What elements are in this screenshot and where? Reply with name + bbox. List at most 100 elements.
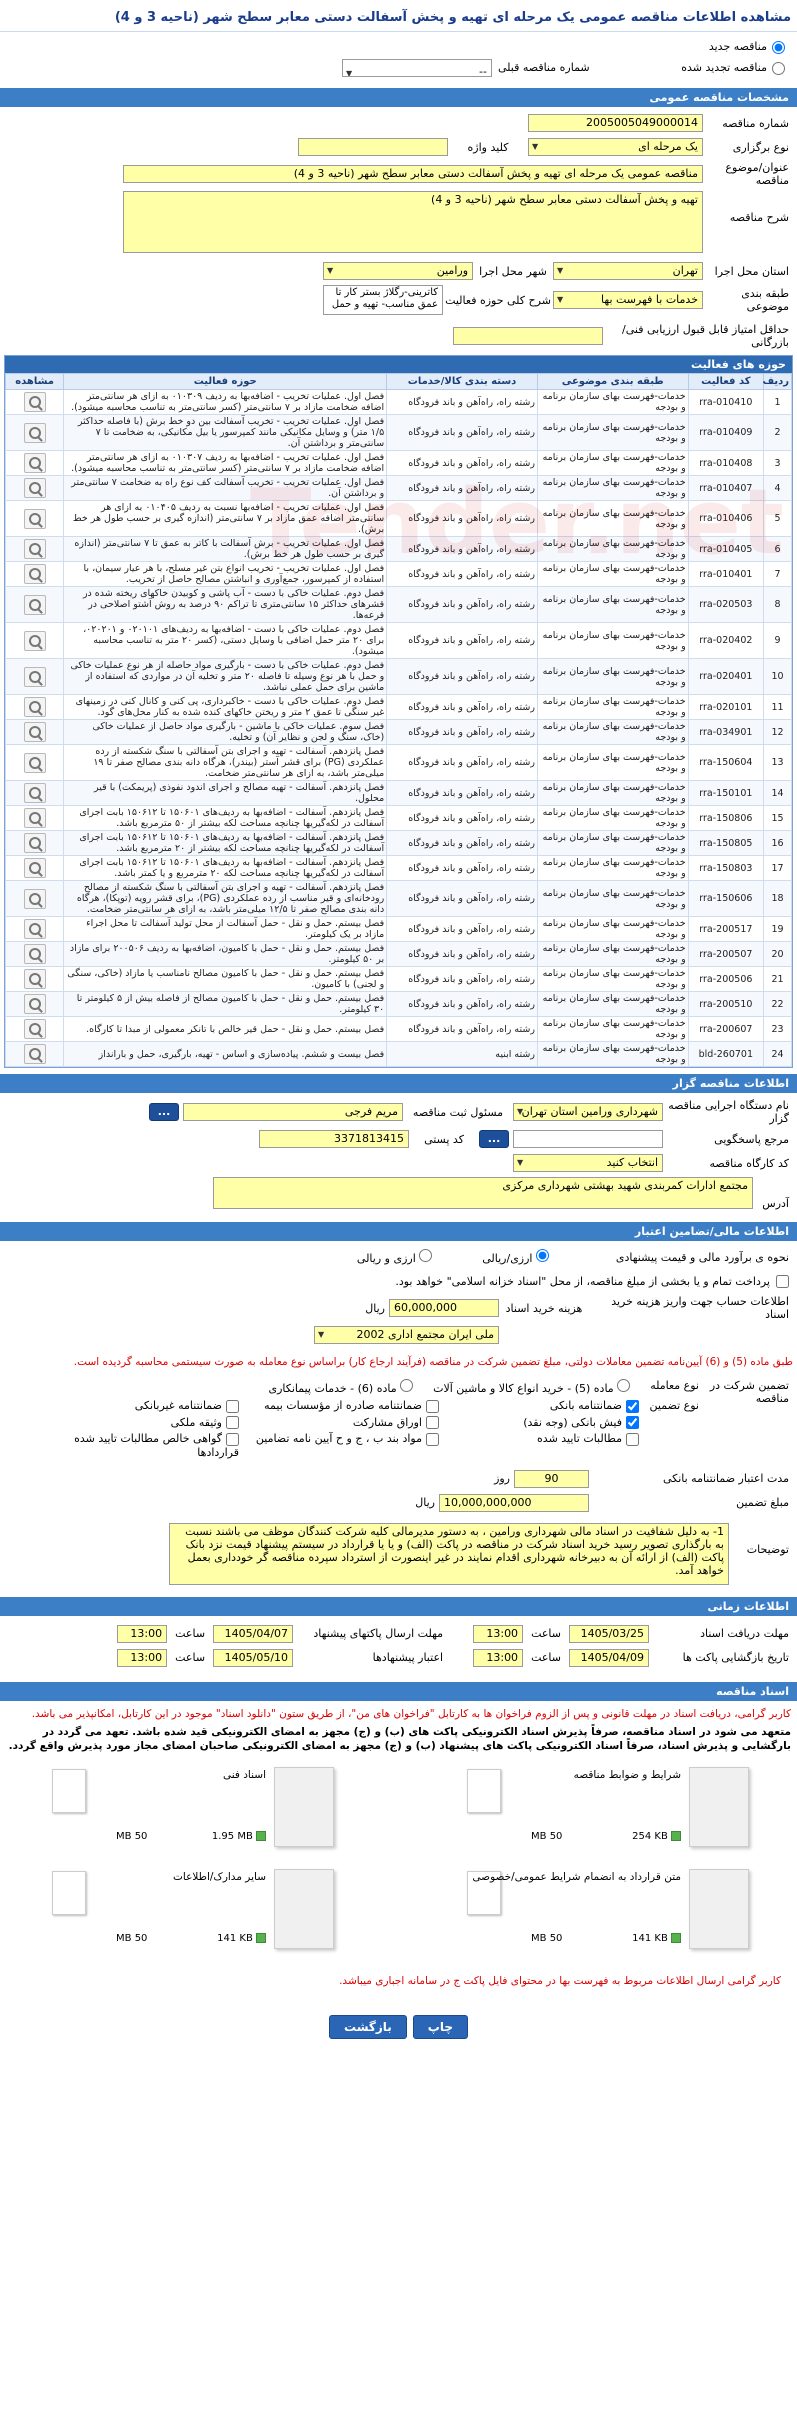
- activity-code: rra-010408: [687, 450, 765, 476]
- deal-opt2[interactable]: ماده (6) - خدمات پیمانکاری: [268, 1379, 414, 1395]
- row-index: 22: [763, 991, 792, 1017]
- gtype-option[interactable]: ضمانتنامه بانکی: [439, 1399, 639, 1413]
- table-row: 17 rra-150803 خدمات-فهرست بهای سازمان برنا…: [4, 855, 792, 881]
- magnifier-icon[interactable]: [23, 833, 46, 853]
- magnifier-icon[interactable]: [23, 422, 46, 443]
- address-label: آدرس: [762, 1197, 789, 1210]
- deal-opt1[interactable]: ماده (5) - خرید انواع کالا و ماشین آلات: [433, 1379, 631, 1395]
- prev-number-select[interactable]: --: [342, 58, 492, 77]
- subject-class: خدمات-فهرست بهای سازمان برنامه و بودجه: [536, 389, 689, 415]
- activity-desc: فصل اول. عملیات تخریب - تخریب آسفالت بین…: [63, 414, 388, 451]
- view-cell: [4, 414, 65, 451]
- price-label: هزینه خرید اسناد: [505, 1301, 583, 1315]
- magnifier-icon[interactable]: [23, 722, 46, 742]
- gtype-option[interactable]: ضمانتنامه غیربانکی: [39, 1399, 239, 1413]
- magnifier-icon[interactable]: [23, 944, 46, 964]
- gtype-option[interactable]: گواهی خالص مطالبات تایید شده قراردادها: [39, 1432, 239, 1459]
- magnifier-icon[interactable]: [23, 630, 46, 651]
- subject-label: عنوان/موضوع مناقصه: [725, 161, 789, 187]
- magnifier-icon[interactable]: [23, 453, 46, 473]
- gtype-option[interactable]: وثیقه ملکی: [39, 1416, 239, 1429]
- time-label-2: ساعت: [175, 1627, 206, 1640]
- view-cell: [4, 719, 65, 745]
- activity-desc: فصل پانزدهم. آسفالت - اضافه‌بها به ردیف‌…: [63, 805, 388, 831]
- attachment-item[interactable]: متن قرارداد به انضمام شرایط عمومی/خصوصی 5…: [461, 1867, 751, 1957]
- activity-list[interactable]: کاترینی-رگلاژ بستر کار تا عمق مناسب- تهی…: [323, 285, 443, 315]
- magnifier-icon[interactable]: [23, 888, 46, 909]
- magnifier-icon[interactable]: [23, 808, 46, 828]
- magnifier-icon[interactable]: [23, 539, 46, 559]
- radio-new[interactable]: مناقصه جدید: [681, 36, 785, 57]
- magnifier-icon[interactable]: [23, 1019, 46, 1039]
- magnifier-icon[interactable]: [23, 666, 46, 687]
- table-row: 13 rra-150604 خدمات-فهرست بهای سازمان برنا…: [4, 744, 792, 781]
- subject-class: خدمات-فهرست بهای سازمان برنامه و بودجه: [536, 744, 689, 781]
- back-button[interactable]: بازگشت: [328, 2014, 407, 2039]
- gtype-option[interactable]: اوراق مشارکت: [239, 1416, 439, 1429]
- gtype-option[interactable]: مطالبات تایید شده: [439, 1432, 639, 1459]
- gtype-option[interactable]: فیش بانکی (وجه نقد): [439, 1416, 639, 1429]
- magnifier-icon[interactable]: [23, 564, 46, 584]
- grid-header: مشاهده: [4, 373, 65, 390]
- table-row: 15 rra-150806 خدمات-فهرست بهای سازمان برنا…: [4, 805, 792, 831]
- gtype-option[interactable]: مواد بند ب ، ج و ح آیین نامه تضامین: [239, 1432, 439, 1459]
- registrar-button[interactable]: ...: [149, 1103, 179, 1121]
- attachment-size-wrap: 1.95 MB: [212, 1830, 266, 1842]
- magnifier-icon[interactable]: [23, 697, 46, 717]
- print-button[interactable]: چاپ: [412, 2014, 469, 2039]
- treasury-checkbox[interactable]: [776, 1274, 789, 1288]
- goods-category: رشته راه، راه‌آهن و باند فرودگاه: [386, 389, 538, 415]
- keyword-input[interactable]: [298, 138, 448, 156]
- magnifier-icon[interactable]: [23, 969, 46, 989]
- row-index: 9: [763, 622, 792, 659]
- magnifier-icon[interactable]: [23, 752, 46, 773]
- ref-button[interactable]: ...: [479, 1130, 509, 1148]
- subject-class: خدمات-فهرست بهای سازمان برنامه و بودجه: [536, 694, 689, 720]
- activity-label: شرح کلی حوزه فعالیت: [445, 293, 551, 307]
- type-select[interactable]: یک مرحله ای: [528, 138, 703, 156]
- activity-desc: فصل بیستم. حمل و نقل - حمل با کامیون مصا…: [63, 991, 388, 1017]
- view-cell: [4, 991, 65, 1017]
- estimate-opt1[interactable]: ارزی/ریالی: [482, 1249, 549, 1265]
- document-icon: [689, 1766, 749, 1847]
- magnifier-icon[interactable]: [23, 508, 46, 529]
- table-row: 9 rra-020402 خدمات-فهرست بهای سازمان برنام…: [4, 622, 792, 659]
- magnifier-icon[interactable]: [23, 594, 46, 615]
- notes-label: توضیحات: [746, 1542, 789, 1556]
- magnifier-icon[interactable]: [23, 478, 46, 498]
- activity-desc: فصل دوم. عملیات خاکی با دست - اضافه‌بها …: [63, 622, 388, 659]
- activity-desc: فصل دوم. عملیات خاکی با دست - بارگیری مو…: [63, 658, 388, 695]
- attachment-size-wrap: 141 KB: [632, 1932, 681, 1944]
- activity-code: rra-150604: [687, 744, 765, 781]
- activity-desc: فصل اول. عملیات تخریب - برش آسفالت با کا…: [63, 536, 388, 562]
- attachment-item[interactable]: سایر مدارک/اطلاعات 50 MB 141 KB: [46, 1867, 336, 1957]
- bank-select[interactable]: ملی ایران مجتمع اداری 2002: [314, 1326, 499, 1344]
- magnifier-icon[interactable]: [23, 919, 46, 939]
- magnifier-icon[interactable]: [23, 392, 46, 412]
- activity-desc: فصل بیستم. حمل و نقل - حمل با کامیون، اض…: [63, 941, 388, 967]
- gtype-option[interactable]: ضمانتنامه صادره از مؤسسات بیمه: [239, 1399, 439, 1413]
- time-label-3: ساعت: [531, 1651, 561, 1664]
- ref-input: [513, 1130, 663, 1148]
- workshop-select[interactable]: انتخاب کنید: [513, 1154, 663, 1172]
- estimate-opt2[interactable]: ارزی و ریالی: [357, 1249, 433, 1265]
- attachment-item[interactable]: اسناد فنی 50 MB 1.95 MB: [46, 1765, 336, 1855]
- magnifier-icon[interactable]: [23, 783, 46, 803]
- province-select[interactable]: تهران: [553, 262, 703, 280]
- row-index: 13: [763, 744, 792, 781]
- activity-code: rra-020101: [687, 694, 765, 720]
- attachment-item[interactable]: شرایط و ضوابط مناقصه 50 MB 254 KB: [461, 1765, 751, 1855]
- activity-code: rra-150606: [687, 880, 765, 917]
- table-row: 18 rra-150606 خدمات-فهرست بهای سازمان برنا…: [4, 880, 792, 917]
- magnifier-icon[interactable]: [23, 1044, 46, 1064]
- activity-desc: فصل پانزدهم. آسفالت - اضافه‌بها به ردیف‌…: [63, 855, 388, 881]
- org-name-select[interactable]: شهرداری ورامین استان تهران: [513, 1103, 663, 1121]
- activity-desc: فصل پانزدهم. آسفالت - اضافه‌بها به ردیف‌…: [63, 830, 388, 856]
- magnifier-icon[interactable]: [23, 858, 46, 878]
- class-select[interactable]: خدمات با فهرست بها: [553, 291, 703, 309]
- radio-renewed[interactable]: مناقصه تجدید شده: [681, 57, 785, 78]
- activity-desc: فصل پانزدهم. آسفالت - تهیه و اجرای بتن آ…: [63, 880, 388, 917]
- city-select[interactable]: ورامین: [323, 262, 473, 280]
- attachment-size-wrap: 141 KB: [217, 1932, 266, 1944]
- magnifier-icon[interactable]: [23, 994, 46, 1014]
